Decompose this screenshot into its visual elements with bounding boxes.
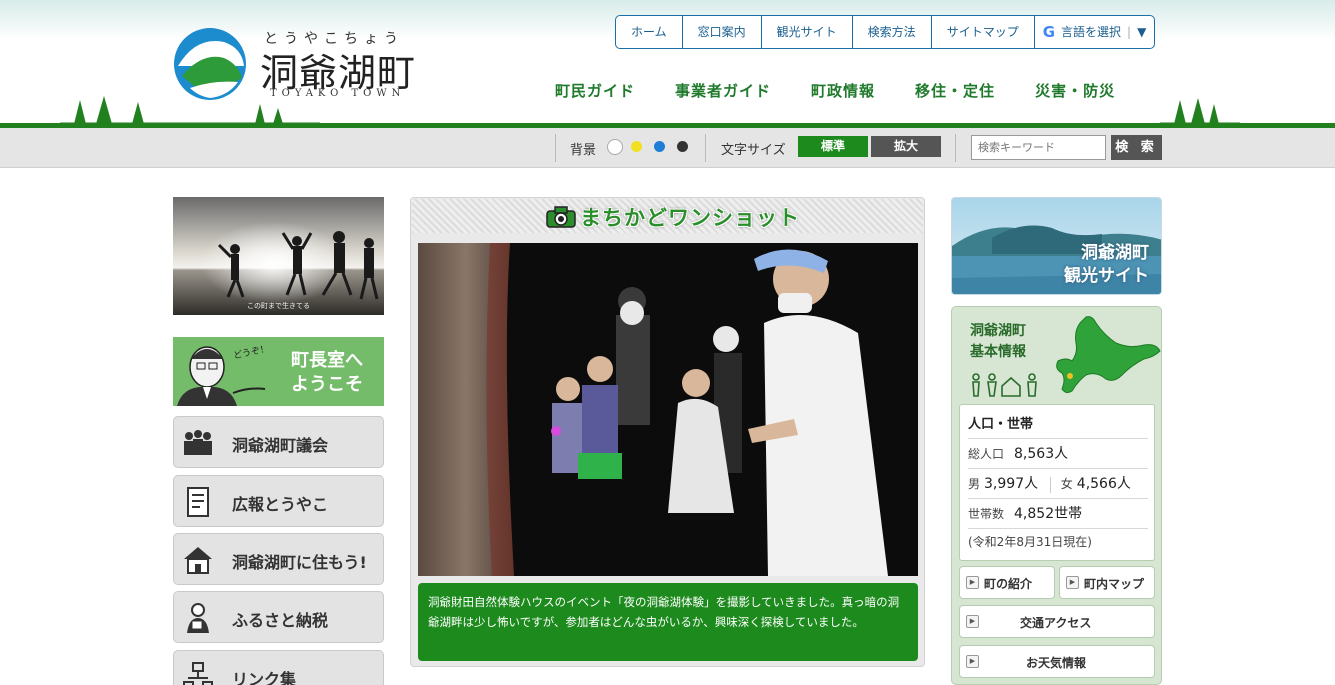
search-button[interactable]: 検 索 [1111, 135, 1162, 160]
town-snapshot-panel: まちかどワンショット 洞爺財田自然体験ハウスのイベント「夜の洞爺湖体験」を撮影し… [410, 197, 925, 667]
chevron-down-icon: ▼ [1137, 25, 1147, 39]
transport-access-label: 交通アクセス [1020, 616, 1092, 630]
stats-as-of: (令和2年8月31日現在) [968, 535, 1092, 549]
arrow-right-icon: ▶ [966, 615, 979, 628]
logo-mark-icon [174, 28, 246, 100]
silhouette-photo-icon [173, 197, 384, 315]
town-info-title: 洞爺湖町 基本情報 [970, 321, 1026, 363]
site-logo[interactable]: とうやこちょう 洞爺湖町 TOYAKO TOWN [172, 28, 432, 104]
bg-yellow-button[interactable] [631, 141, 642, 152]
divider [555, 134, 556, 162]
population-stats: 人口・世帯 総人口 8,563人 男 3,997人 女 4,566人 世帯数 4,852… [959, 404, 1155, 561]
house-icon [184, 547, 212, 574]
arrow-right-icon: ▶ [966, 576, 979, 589]
side-menu-live-here[interactable]: 洞爺湖町に住もう! [173, 533, 384, 585]
person-icon [187, 603, 209, 633]
weather-button[interactable]: ▶ お天気情報 [959, 645, 1155, 678]
stats-female-value: 4,566人 [1076, 476, 1131, 492]
town-info-panel: 洞爺湖町 基本情報 人口・世帯 総人口 8,563人 男 3,997人 女 4,56 [951, 306, 1162, 685]
town-intro-button[interactable]: ▶ 町の紹介 [959, 566, 1055, 599]
stats-heading: 人口・世帯 [968, 413, 1148, 439]
util-nav-search-method[interactable]: 検索方法 [853, 16, 932, 48]
stats-total-label: 総人口 [968, 447, 1005, 461]
mayor-banner-line2: ようこそ [291, 374, 363, 395]
divider [1049, 476, 1051, 493]
side-menu-newsletter[interactable]: 広報とうやこ [173, 475, 384, 527]
stats-male-label: 男 [968, 477, 981, 491]
mayor-banner-line1: 町長室へ [291, 350, 363, 371]
tourism-banner-line1: 洞爺湖町 [1081, 243, 1149, 263]
bg-black-button[interactable] [677, 141, 688, 152]
weather-label: お天気情報 [1026, 656, 1087, 670]
mayor-banner-text: 町長室へ ようこそ [277, 349, 377, 397]
transport-access-button[interactable]: ▶ 交通アクセス [959, 605, 1155, 638]
snapshot-caption: 洞爺財田自然体験ハウスのイベント「夜の洞爺湖体験」を撮影していきました。真っ暗の… [418, 583, 918, 661]
camera-icon [546, 206, 576, 228]
night-event-photo-icon [418, 243, 918, 576]
divider [955, 134, 956, 162]
photo-banner[interactable]: この町まで生きてる [173, 197, 384, 315]
town-intro-label: 町の紹介 [984, 577, 1033, 591]
tourism-banner-text: 洞爺湖町 観光サイト [1064, 242, 1149, 288]
background-label: 背景 [570, 143, 597, 158]
stats-total-row: 総人口 8,563人 [968, 441, 1148, 469]
stats-households-label: 世帯数 [968, 507, 1005, 521]
util-nav-tourism-site[interactable]: 観光サイト [762, 16, 853, 48]
google-icon: G [1042, 23, 1056, 41]
utility-nav: ホーム 窓口案内 観光サイト 検索方法 サイトマップ G 言語を選択 | ▼ [615, 15, 1156, 49]
separator: | [1127, 25, 1132, 39]
side-menu-label: ふるさと納税 [232, 611, 329, 630]
newsletter-icon [187, 487, 209, 517]
town-map-button[interactable]: ▶ 町内マップ [1059, 566, 1155, 599]
language-select[interactable]: G 言語を選択 | ▼ [1035, 16, 1155, 48]
divider [705, 134, 706, 162]
stats-female-label: 女 [1060, 477, 1073, 491]
side-menu-label: 広報とうやこ [232, 495, 329, 514]
site-header: とうやこちょう 洞爺湖町 TOYAKO TOWN ホーム 窓口案内 観光サイト … [0, 0, 1335, 128]
util-nav-counter-guide[interactable]: 窓口案内 [683, 16, 762, 48]
side-menu-assembly[interactable]: 洞爺湖町議会 [173, 416, 384, 468]
util-nav-home[interactable]: ホーム [616, 16, 683, 48]
side-menu-label: リンク集 [232, 670, 297, 685]
town-info-title-line2: 基本情報 [970, 344, 1026, 360]
bg-white-button[interactable] [607, 139, 623, 155]
language-select-label: 言語を選択 [1061, 25, 1122, 39]
accessibility-toolbar: 背景 文字サイズ 標準 拡大 検 索 [0, 128, 1335, 168]
assembly-icon [184, 430, 212, 455]
font-size-label: 文字サイズ [721, 143, 786, 158]
side-menu-label: 洞爺湖町議会 [232, 436, 329, 455]
bg-blue-button[interactable] [654, 141, 665, 152]
mayor-office-banner[interactable]: どうぞ！ 町長室へ ようこそ [173, 337, 384, 406]
tourism-site-banner[interactable]: 洞爺湖町 観光サイト [951, 197, 1162, 295]
town-info-title-line1: 洞爺湖町 [970, 323, 1026, 339]
page: とうやこちょう 洞爺湖町 TOYAKO TOWN ホーム 窓口案内 観光サイト … [0, 0, 1335, 685]
stats-households-row: 世帯数 4,852世帯 [968, 501, 1148, 529]
hokkaido-map-icon [1056, 316, 1161, 394]
snapshot-header: まちかどワンショット [412, 199, 923, 233]
stats-gender-row: 男 3,997人 女 4,566人 [968, 471, 1148, 499]
tree-decoration-icon [60, 96, 1240, 124]
town-map-label: 町内マップ [1084, 577, 1145, 591]
snapshot-title: まちかどワンショット [580, 206, 800, 230]
arrow-right-icon: ▶ [1066, 576, 1079, 589]
population-icon [972, 373, 1037, 397]
tourism-banner-line2: 観光サイト [1064, 266, 1149, 286]
util-nav-sitemap[interactable]: サイトマップ [932, 16, 1035, 48]
side-menu-label: 洞爺湖町に住もう! [232, 553, 367, 572]
snapshot-photo[interactable] [418, 243, 918, 576]
photo-caption: この町まで生きてる [247, 302, 310, 310]
sitemap-icon [183, 662, 213, 685]
arrow-right-icon: ▶ [966, 655, 979, 668]
search-input[interactable] [971, 135, 1106, 160]
side-menu-hometown-tax[interactable]: ふるさと納税 [173, 591, 384, 643]
side-menu-links[interactable]: リンク集 [173, 650, 384, 685]
stats-male-value: 3,997人 [984, 476, 1039, 492]
font-size-large-button[interactable]: 拡大 [871, 136, 941, 157]
font-size-standard-button[interactable]: 標準 [798, 136, 868, 157]
stats-households-value: 4,852世帯 [1014, 506, 1083, 522]
stats-total-value: 8,563人 [1014, 446, 1069, 462]
